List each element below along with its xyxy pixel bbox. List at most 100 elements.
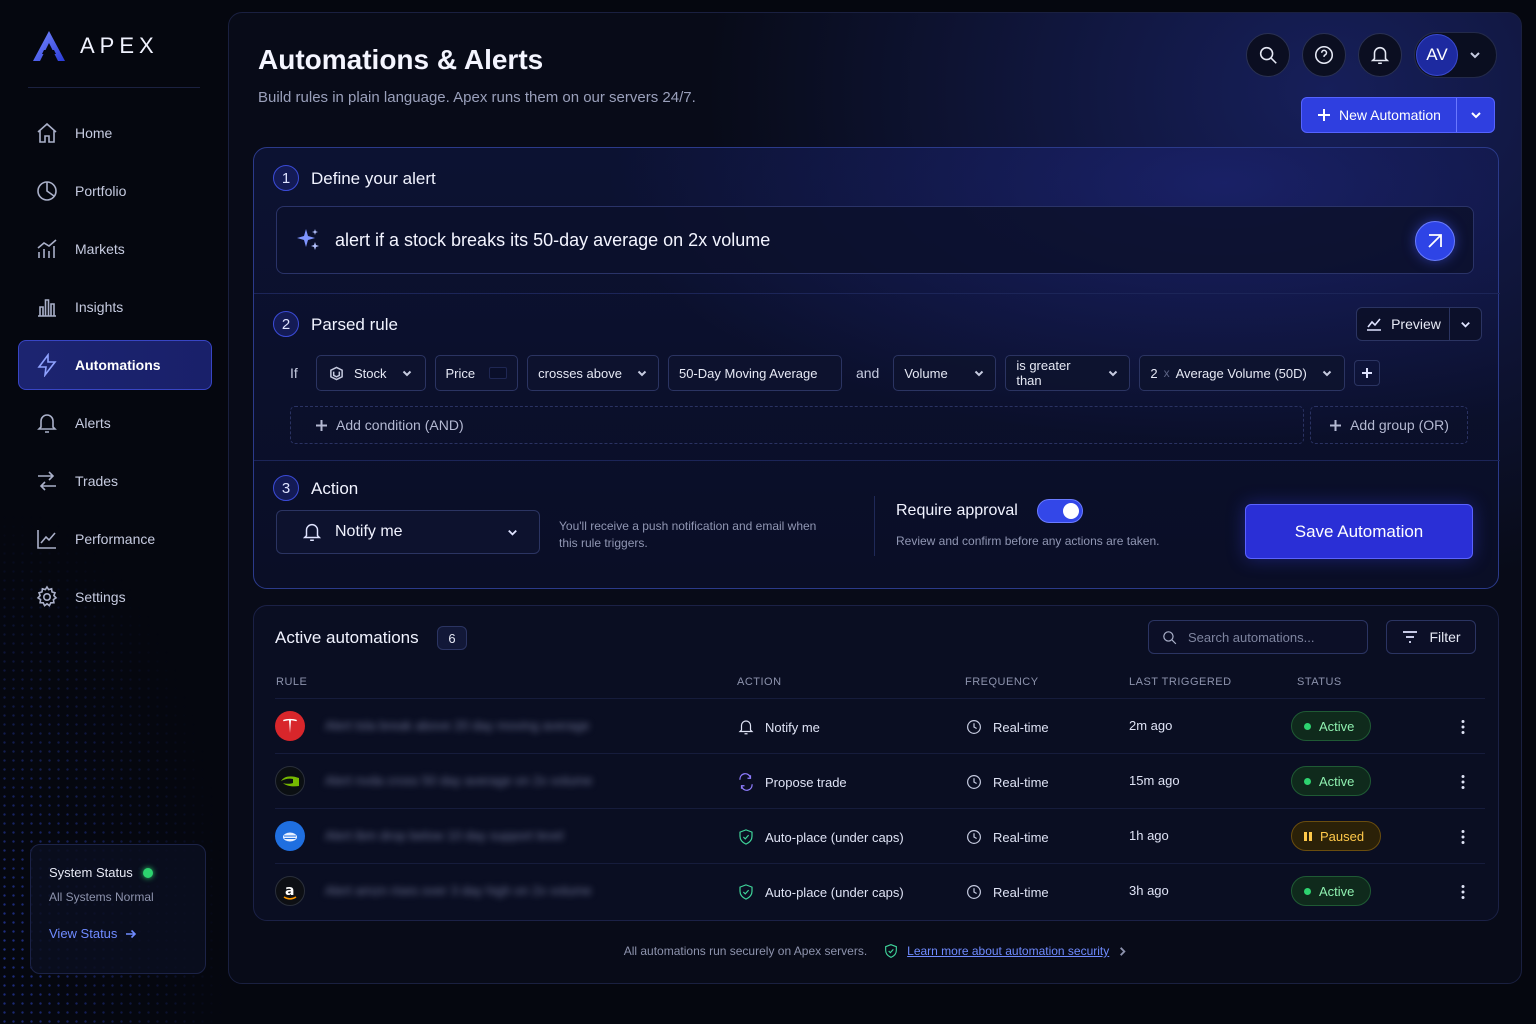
- field-select[interactable]: Price: [434, 355, 519, 391]
- parsed-rule-row: If Stock Price crosses above 50-Day Movi…: [290, 355, 1381, 391]
- second-field-select[interactable]: Volume: [893, 355, 997, 391]
- home-icon: [37, 122, 57, 143]
- chevron-down-icon: [975, 370, 984, 377]
- action-help-text: You'll receive a push notification and e…: [559, 519, 817, 550]
- action-text: Notify me: [765, 719, 820, 735]
- preview-dropdown[interactable]: [1449, 308, 1481, 340]
- preview-button[interactable]: Preview: [1357, 315, 1449, 333]
- submit-prompt-button[interactable]: [1415, 221, 1455, 261]
- apex-logo-icon: [32, 30, 66, 62]
- target-indicator-select[interactable]: 50-Day Moving Average: [667, 355, 842, 391]
- frequency-cell: Real-time: [965, 828, 1049, 846]
- sidebar-item-trades[interactable]: Trades: [18, 456, 212, 506]
- table-row[interactable]: a Alert amzn rises over 3 day high on 2x…: [275, 863, 1485, 918]
- row-menu-button[interactable]: [1451, 770, 1475, 794]
- shield-check-icon: [885, 944, 898, 958]
- chevron-down-icon: [1109, 370, 1118, 377]
- sidebar-item-label: Automations: [75, 357, 161, 373]
- second-field-value: Volume: [904, 365, 948, 381]
- row-menu-button[interactable]: [1451, 715, 1475, 739]
- nvidia-logo-icon: [275, 766, 305, 796]
- sidebar-item-settings[interactable]: Settings: [18, 572, 212, 622]
- asset-type-select[interactable]: Stock: [316, 355, 426, 391]
- last-triggered-cell: 15m ago: [1129, 773, 1180, 788]
- require-approval-toggle[interactable]: [1037, 499, 1083, 523]
- footer: All automations run securely on Apex ser…: [229, 943, 1523, 959]
- sidebar-item-performance[interactable]: Performance: [18, 514, 212, 564]
- sidebar-item-markets[interactable]: Markets: [18, 224, 212, 274]
- second-target-select[interactable]: 2 x Average Volume (50D): [1139, 355, 1346, 391]
- view-status-link[interactable]: View Status: [49, 926, 187, 941]
- arrow-right-icon: [126, 929, 137, 938]
- action-cell: Auto-place (under caps): [737, 883, 904, 901]
- sidebar-item-alerts[interactable]: Alerts: [18, 398, 212, 448]
- operator-value: crosses above: [538, 365, 622, 381]
- chevron-down-icon: [1461, 321, 1470, 328]
- add-term-button[interactable]: [1354, 360, 1381, 386]
- require-approval-label: Require approval: [896, 502, 1018, 519]
- sidebar: APEX Home Portfolio Markets Insights Aut…: [0, 0, 228, 1024]
- amazon-logo-icon: a: [275, 876, 305, 906]
- brand-name: APEX: [80, 33, 159, 58]
- new-automation-dropdown[interactable]: [1456, 98, 1494, 132]
- more-vertical-icon: [1461, 775, 1465, 789]
- last-triggered-cell: 3h ago: [1129, 883, 1169, 898]
- action-select[interactable]: Notify me: [276, 510, 540, 554]
- automation-builder: 1 Define your alert alert if a stock bre…: [253, 147, 1500, 589]
- table-row[interactable]: Alert tsla break above 20 day moving ave…: [275, 698, 1485, 753]
- table-row[interactable]: Alert ibm drop below 10 day support leve…: [275, 808, 1485, 863]
- filter-label: Filter: [1429, 629, 1461, 645]
- save-automation-button[interactable]: Save Automation: [1245, 504, 1473, 559]
- status-text: Active: [1319, 773, 1355, 789]
- column-header-frequency: FREQUENCY: [965, 676, 1039, 688]
- account-menu[interactable]: AV: [1414, 32, 1497, 78]
- section-divider: [254, 293, 1500, 294]
- sidebar-item-label: Alerts: [75, 415, 111, 431]
- action-text: Auto-place (under caps): [765, 884, 904, 900]
- action-value: Notify me: [335, 523, 403, 540]
- second-operator-select[interactable]: is greater than: [1005, 355, 1131, 391]
- add-group-button[interactable]: Add group (OR): [1310, 406, 1468, 444]
- active-automations-title: Active automations: [275, 628, 419, 647]
- search-input[interactable]: [1188, 629, 1358, 645]
- chevron-down-icon: [1322, 370, 1332, 377]
- notifications-button[interactable]: [1358, 33, 1402, 77]
- column-header-action: ACTION: [737, 676, 782, 688]
- status-dot: [1304, 887, 1311, 895]
- more-vertical-icon: [1461, 830, 1465, 844]
- ibm-logo-icon: [275, 821, 305, 851]
- operator-select[interactable]: crosses above: [527, 355, 659, 391]
- help-button[interactable]: [1302, 33, 1346, 77]
- cube-icon: [330, 366, 343, 380]
- pause-icon: [1304, 831, 1312, 841]
- second-operator-value: is greater than: [1016, 358, 1071, 388]
- rule-text: Alert tsla break above 20 day moving ave…: [325, 718, 590, 733]
- sidebar-item-automations[interactable]: Automations: [18, 340, 212, 390]
- system-status-card: System Status All Systems Normal View St…: [30, 844, 206, 974]
- row-menu-button[interactable]: [1451, 880, 1475, 904]
- add-condition-button[interactable]: Add condition (AND): [290, 406, 1304, 444]
- add-condition-label: Add condition (AND): [336, 417, 464, 433]
- search-icon: [1163, 630, 1177, 644]
- row-menu-button[interactable]: [1451, 825, 1475, 849]
- step-3-number: 3: [273, 475, 299, 501]
- sidebar-item-home[interactable]: Home: [18, 108, 212, 158]
- toggle-knob: [1063, 503, 1079, 519]
- and-joiner: and: [855, 365, 880, 381]
- frequency-cell: Real-time: [965, 718, 1049, 736]
- new-automation-button[interactable]: New Automation: [1302, 98, 1456, 132]
- sidebar-item-portfolio[interactable]: Portfolio: [18, 166, 212, 216]
- sidebar-item-insights[interactable]: Insights: [18, 282, 212, 332]
- step-1-number: 1: [273, 165, 299, 191]
- search-button[interactable]: [1246, 33, 1290, 77]
- bar-line-chart-icon: [37, 239, 57, 258]
- filter-button[interactable]: Filter: [1386, 620, 1476, 654]
- security-learn-more-link[interactable]: Learn more about automation security: [883, 943, 1128, 959]
- step-2-label: Parsed rule: [311, 315, 398, 334]
- action-text: Propose trade: [765, 774, 847, 790]
- table-row[interactable]: Alert nvda cross 50 day average on 2x vo…: [275, 753, 1485, 808]
- automation-count-badge: 6: [437, 626, 467, 650]
- brand-logo[interactable]: APEX: [32, 30, 159, 62]
- alert-prompt-input[interactable]: alert if a stock breaks its 50-day avera…: [276, 206, 1474, 274]
- rule-text: Alert ibm drop below 10 day support leve…: [325, 828, 564, 843]
